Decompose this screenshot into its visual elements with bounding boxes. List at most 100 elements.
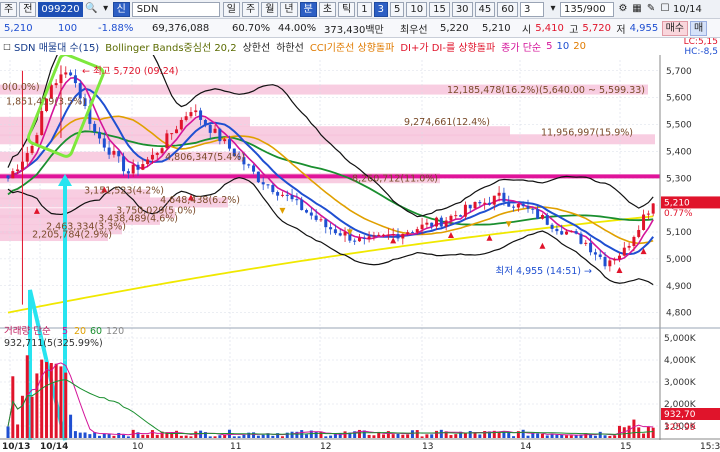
price-tick-label: 4,800 <box>666 309 692 319</box>
period-button-1[interactable]: 주 <box>242 1 260 17</box>
interval-input[interactable]: 3 <box>520 1 545 17</box>
candle-body <box>430 222 434 227</box>
search-icon[interactable]: 🔍 <box>85 2 99 16</box>
settings-icon[interactable]: ⚙ <box>616 2 630 16</box>
candle-body <box>627 245 631 248</box>
minute-button-3[interactable]: 10 <box>406 1 428 17</box>
volume-bar <box>550 434 554 438</box>
price-tick-label: 5,400 <box>666 147 692 157</box>
best-ask: 5,220 <box>440 22 469 34</box>
period-button-4[interactable]: 분 <box>299 1 317 17</box>
candle-body <box>309 212 313 216</box>
candle-body <box>420 224 424 230</box>
minute-button-7[interactable]: 60 <box>497 1 519 17</box>
minute-button-4[interactable]: 15 <box>429 1 450 17</box>
candle-body <box>16 169 20 172</box>
volume-bar <box>367 434 371 438</box>
volume-bar <box>536 433 540 438</box>
volume-bar <box>391 434 395 438</box>
legend-ma5: 5 <box>546 41 553 52</box>
volume-bar <box>16 424 20 438</box>
grid-icon[interactable]: ▦ <box>630 2 644 16</box>
period-button-5[interactable]: 초 <box>318 1 337 17</box>
interval-chevron-icon[interactable]: ▾ <box>546 2 560 16</box>
count-input[interactable]: 135/900 <box>560 1 615 17</box>
profile-label-4: 11,956,997(15.9%) <box>541 128 633 139</box>
volume-bar <box>512 436 516 438</box>
candle-body <box>382 234 386 236</box>
minute-button-2[interactable]: 5 <box>389 1 405 17</box>
best-label: 최우선 <box>400 24 428 36</box>
buy-signal-arrow <box>447 232 454 238</box>
cci-signal-arrow <box>279 207 286 214</box>
candle-body <box>146 159 150 165</box>
minute-button-5[interactable]: 30 <box>451 1 473 17</box>
candle-body <box>550 224 554 229</box>
period-button-0[interactable]: 일 <box>222 1 240 17</box>
candle-body <box>261 182 265 185</box>
low-label: 저 <box>616 24 626 36</box>
candle-body <box>502 192 506 202</box>
chart-type-select[interactable]: 주 <box>0 1 18 17</box>
low-value: 4,955 <box>629 22 659 34</box>
time-tick-label: 14 <box>520 442 532 452</box>
volume-bar <box>333 434 337 438</box>
profile-label-1: 1,851,419(3.5%) <box>6 97 86 108</box>
volume-bar <box>569 435 573 438</box>
volume-bar <box>555 434 559 438</box>
volume-bar <box>170 433 174 438</box>
candle-body <box>126 171 130 174</box>
price-tick-label: 5,300 <box>666 174 692 184</box>
price-chart[interactable]: 0(0.0%) 1,851,419(3.5%) 12,185,478(16.2%)(… <box>0 55 720 452</box>
candle-body <box>112 150 116 155</box>
edit-icon[interactable]: ✎ <box>644 2 658 16</box>
time-tick-label: 15:30 <box>700 442 720 452</box>
candle-body <box>329 227 333 230</box>
current-price-text: 5,210 <box>664 198 690 208</box>
stock-code-input[interactable]: 099220 <box>38 1 83 17</box>
volume-bar <box>237 436 241 438</box>
volume-bar <box>415 430 419 438</box>
range-select[interactable]: 전 <box>19 1 37 17</box>
high-label: 고 <box>569 24 579 36</box>
volume-tick-label: 4,000K <box>664 356 697 366</box>
minute-button-6[interactable]: 45 <box>474 1 496 17</box>
candle-body <box>136 164 140 170</box>
period-button-2[interactable]: 월 <box>261 1 279 17</box>
minute-button-0[interactable]: 1 <box>357 1 372 17</box>
time-tick-label: 10 <box>132 442 144 452</box>
volume-first-value: 932,711(5(325.99%) <box>4 338 103 349</box>
turnover-pct: 60.70% <box>232 22 271 34</box>
candle-body <box>598 254 602 257</box>
candle-body <box>497 192 501 196</box>
profile-label-5: 4,806,347(5.4%) <box>165 152 245 163</box>
credit-badge: 신 <box>112 1 130 17</box>
volume-bar <box>425 434 429 438</box>
candle-body <box>463 204 467 217</box>
volume-bar <box>531 433 535 438</box>
period-button-3[interactable]: 년 <box>280 1 298 17</box>
candle-body <box>319 219 323 221</box>
candle-body <box>97 131 101 139</box>
sell-button[interactable]: 매 <box>690 20 708 36</box>
candle-body <box>560 231 564 235</box>
volume-bar <box>430 434 434 438</box>
buy-button[interactable]: 매수 <box>661 20 689 36</box>
volume-bar <box>117 432 121 438</box>
chevron-down-icon[interactable]: ▾ <box>99 2 113 16</box>
candle-body <box>584 242 588 244</box>
period-button-6[interactable]: 틱 <box>338 1 356 17</box>
candle-body <box>218 128 222 142</box>
checkbox-icon[interactable]: ☐ <box>658 2 672 16</box>
collapse-icon[interactable]: □ <box>0 40 14 54</box>
candle-body <box>512 206 516 208</box>
candle-body <box>208 124 212 133</box>
minute-button-1[interactable]: 3 <box>373 1 388 17</box>
indicator-legend: □ SDN 매물대 수(15) Bollinger Bands중심선 20,2 … <box>0 38 720 55</box>
time-tick-label: 11 <box>230 442 241 452</box>
time-tick-label: 13 <box>422 442 433 452</box>
volume-value: 69,376,088 <box>152 22 210 34</box>
candle-body <box>194 110 198 113</box>
candle-body <box>435 217 439 227</box>
candle-body <box>507 201 511 207</box>
